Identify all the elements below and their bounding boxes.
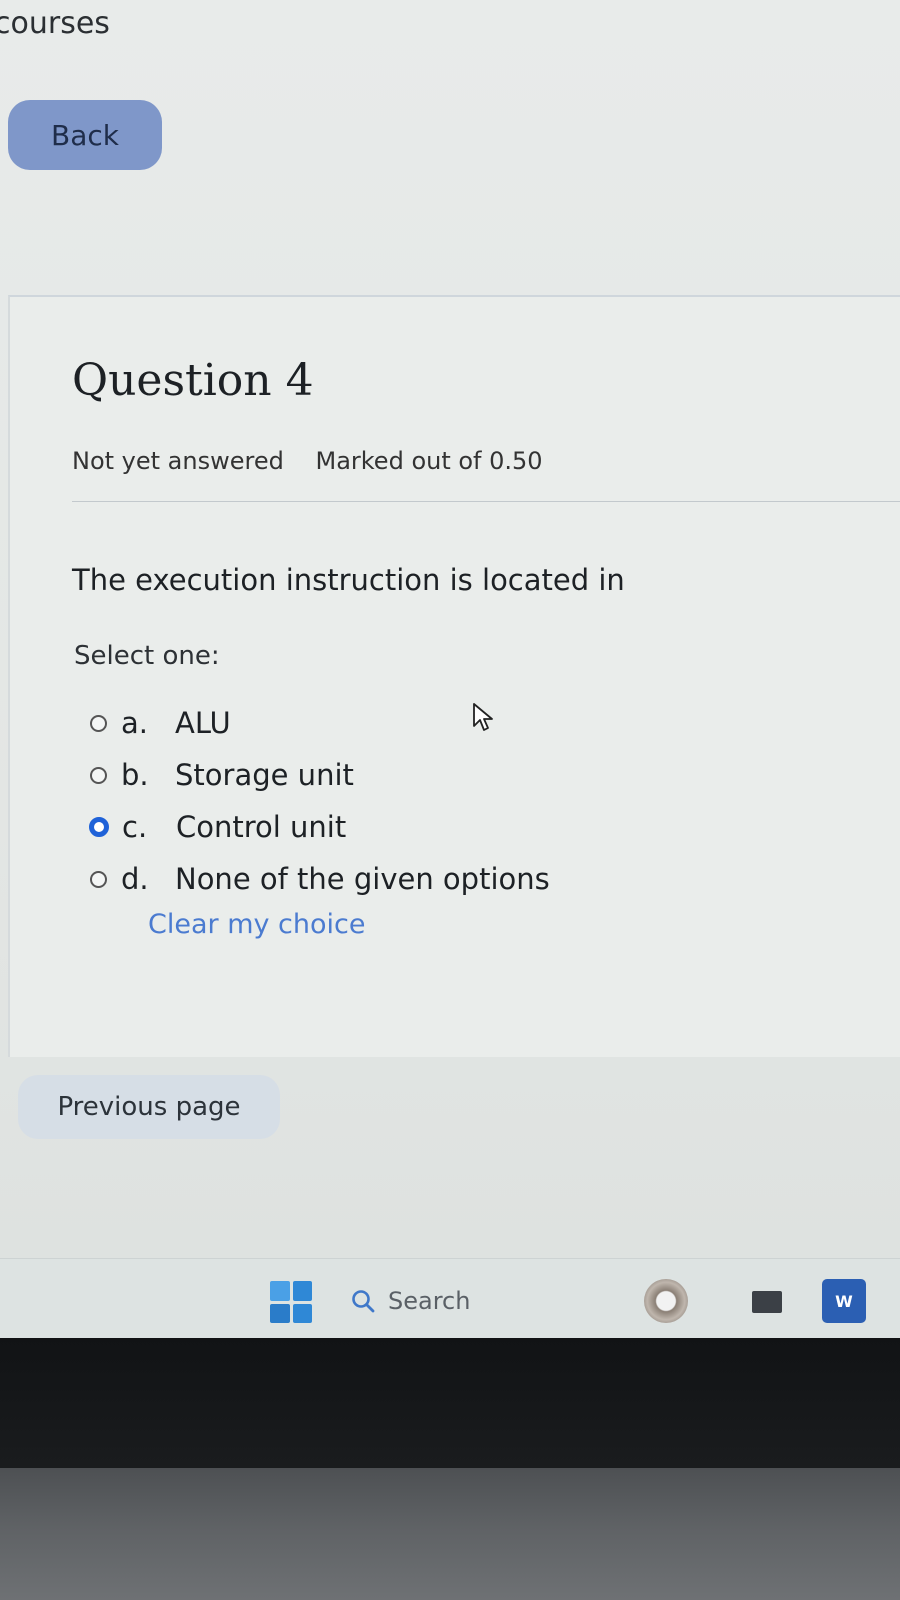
divider — [72, 501, 900, 502]
option-label[interactable]: Control unit — [176, 810, 346, 844]
option-letter: c. — [122, 810, 148, 844]
question-card: Question 4 Not yet answered Marked out o… — [8, 295, 900, 1057]
question-meta: Not yet answered Marked out of 0.50 — [72, 447, 567, 475]
radio-button-b[interactable] — [90, 766, 107, 784]
mouse-cursor-icon — [473, 703, 493, 731]
screen: courses Back Question 4 Not yet answered… — [0, 0, 900, 1362]
word-icon[interactable]: W — [822, 1279, 866, 1323]
option-c[interactable]: c. Control unit — [89, 801, 550, 853]
option-letter: d. — [121, 862, 149, 896]
option-b[interactable]: b. Storage unit — [90, 749, 550, 801]
app-icon[interactable] — [644, 1279, 688, 1323]
question-marks: Marked out of 0.50 — [315, 447, 543, 475]
clear-choice-link[interactable]: Clear my choice — [148, 909, 366, 940]
laptop-keyboard-edge — [0, 1468, 900, 1600]
breadcrumb-courses[interactable]: courses — [0, 6, 110, 41]
radio-button-c-selected[interactable] — [89, 817, 109, 837]
select-one-label: Select one: — [74, 641, 220, 671]
taskbar: Search W — [0, 1258, 900, 1339]
search-icon — [352, 1290, 375, 1313]
radio-button-d[interactable] — [90, 870, 107, 888]
option-letter: a. — [121, 706, 148, 740]
laptop-bezel — [0, 1338, 900, 1468]
search-label: Search — [388, 1287, 471, 1315]
option-label[interactable]: Storage unit — [175, 758, 354, 792]
option-d[interactable]: d. None of the given options — [90, 853, 550, 905]
option-letter: b. — [121, 758, 149, 792]
question-title: Question 4 — [72, 355, 314, 406]
radio-button-a[interactable] — [90, 714, 107, 732]
option-label[interactable]: ALU — [175, 706, 231, 740]
option-label[interactable]: None of the given options — [175, 862, 550, 896]
question-status: Not yet answered — [72, 447, 284, 475]
file-explorer-icon[interactable] — [752, 1291, 782, 1313]
back-button[interactable]: Back — [8, 100, 162, 170]
taskbar-search[interactable]: Search — [350, 1281, 470, 1321]
previous-page-button[interactable]: Previous page — [18, 1075, 280, 1139]
windows-start-icon[interactable] — [270, 1281, 312, 1323]
question-text: The execution instruction is located in — [72, 563, 625, 597]
